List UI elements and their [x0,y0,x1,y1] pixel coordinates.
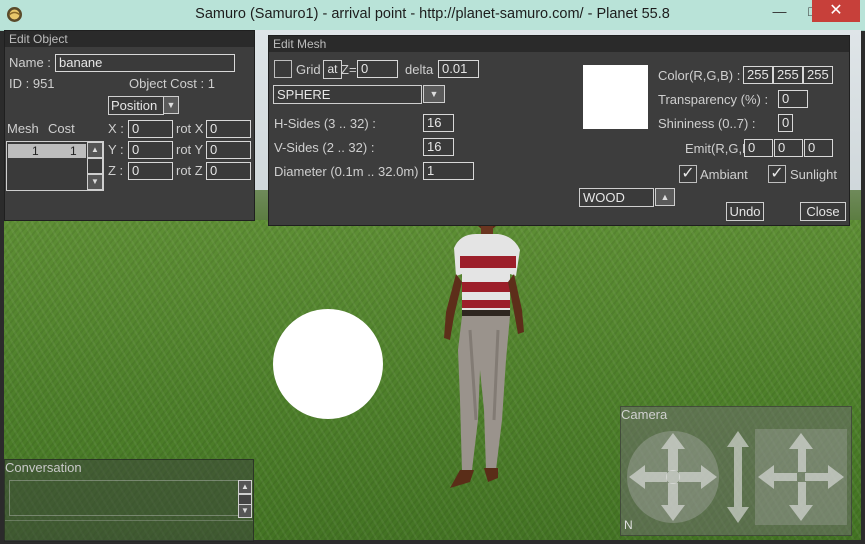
cost-cell: 1 [70,144,77,158]
conversation-title: Conversation [5,460,82,475]
scroll-up-icon[interactable]: ▲ [238,480,252,494]
mesh-cell: 1 [32,144,39,158]
color-r-input[interactable]: 255 [743,66,773,84]
conversation-log[interactable] [9,480,239,516]
sunlight-checkbox[interactable]: ✓ [768,165,786,183]
undo-button[interactable]: Undo [726,202,764,221]
object-name-input[interactable]: banane [55,54,235,72]
mode-select[interactable]: Position [108,96,164,115]
rotx-input[interactable]: 0 [206,120,251,138]
camera-rotate-pad-icon[interactable] [625,429,721,525]
compass-north-label: N [624,518,633,532]
edit-mesh-title: Edit Mesh [269,36,849,52]
edit-mesh-panel: Edit Mesh Grid at Z= 0 delta 0.01 SPHERE… [268,35,850,226]
edit-object-panel: Edit Object Name : banane ID : 951 Objec… [4,30,255,221]
z-label: Z : [108,163,124,178]
edit-object-title: Edit Object [5,31,254,47]
grid-at-button[interactable]: at [323,60,342,79]
cost-column-header: Cost [48,121,75,136]
window-title: Samuro (Samuro1) - arrival point - http:… [195,6,670,22]
conversation-input[interactable] [5,520,253,541]
scroll-down-icon[interactable]: ▼ [238,504,252,518]
mesh-column-header: Mesh [7,121,39,136]
camera-title: Camera [621,407,668,422]
rotz-input[interactable]: 0 [206,162,251,180]
avatar-figure[interactable] [440,220,530,500]
scroll-down-icon[interactable]: ▼ [87,174,103,190]
vsides-input[interactable]: 16 [423,138,454,156]
transparency-label: Transparency (%) : [658,92,769,107]
x-input[interactable]: 0 [128,120,173,138]
diameter-input[interactable]: 1 [423,162,474,180]
name-label: Name : [9,55,51,70]
grid-z-input[interactable]: 0 [357,60,398,78]
z-input[interactable]: 0 [128,162,173,180]
chevron-down-icon[interactable]: ▼ [423,85,445,103]
delta-input[interactable]: 0.01 [438,60,479,78]
object-cost-text: Object Cost : 1 [129,76,215,91]
rotx-label: rot X [176,121,204,136]
emit-b-input[interactable]: 0 [804,139,833,157]
ambiant-checkbox[interactable]: ✓ [679,165,697,183]
shininess-input[interactable]: 0 [778,114,793,132]
sunlight-label: Sunlight [790,167,837,182]
delta-label: delta [405,62,434,77]
z-equals-label: Z= [341,62,357,77]
ambiant-label: Ambiant [700,167,748,182]
material-select[interactable]: WOOD [579,188,654,207]
transparency-input[interactable]: 0 [778,90,808,108]
x-label: X : [108,121,124,136]
list-item[interactable]: 1 1 [8,144,86,158]
y-label: Y : [108,142,124,157]
camera-height-icon[interactable] [725,429,751,525]
roty-label: rot Y [176,142,204,157]
object-id-text: ID : 951 [9,76,55,91]
grid-label: Grid [296,62,321,77]
camera-panel: Camera N [620,406,852,536]
color-g-input[interactable]: 255 [773,66,803,84]
shape-select[interactable]: SPHERE [273,85,422,104]
color-b-input[interactable]: 255 [803,66,833,84]
chevron-up-icon[interactable]: ▲ [655,188,675,206]
close-window-button[interactable]: ✕ [812,0,860,22]
y-input[interactable]: 0 [128,141,173,159]
white-sphere-object[interactable] [273,309,383,419]
close-mesh-button[interactable]: Close [800,202,846,221]
vsides-label: V-Sides (2 .. 32) : [274,140,375,155]
shininess-label: Shininess (0..7) : [658,116,756,131]
mesh-list[interactable]: 1 1 ▲ ▼ [6,141,104,191]
color-label: Color(R,G,B) : [658,68,741,83]
window-title-bar: Samuro (Samuro1) - arrival point - http:… [0,0,865,31]
scroll-up-icon[interactable]: ▲ [87,142,103,158]
emit-r-input[interactable]: 0 [744,139,773,157]
hsides-input[interactable]: 16 [423,114,454,132]
conversation-panel: Conversation ▲ ▼ [4,459,254,542]
scrollbar-track[interactable] [87,158,103,174]
grid-checkbox[interactable] [274,60,292,78]
emit-g-input[interactable]: 0 [774,139,803,157]
chevron-down-icon[interactable]: ▼ [163,96,179,114]
diameter-label: Diameter (0.1m .. 32.0m) : [274,164,426,179]
roty-input[interactable]: 0 [206,141,251,159]
camera-move-pad-icon[interactable] [755,429,847,525]
hsides-label: H-Sides (3 .. 32) : [274,116,376,131]
color-preview-swatch [583,65,648,129]
rotz-label: rot Z [176,163,203,178]
